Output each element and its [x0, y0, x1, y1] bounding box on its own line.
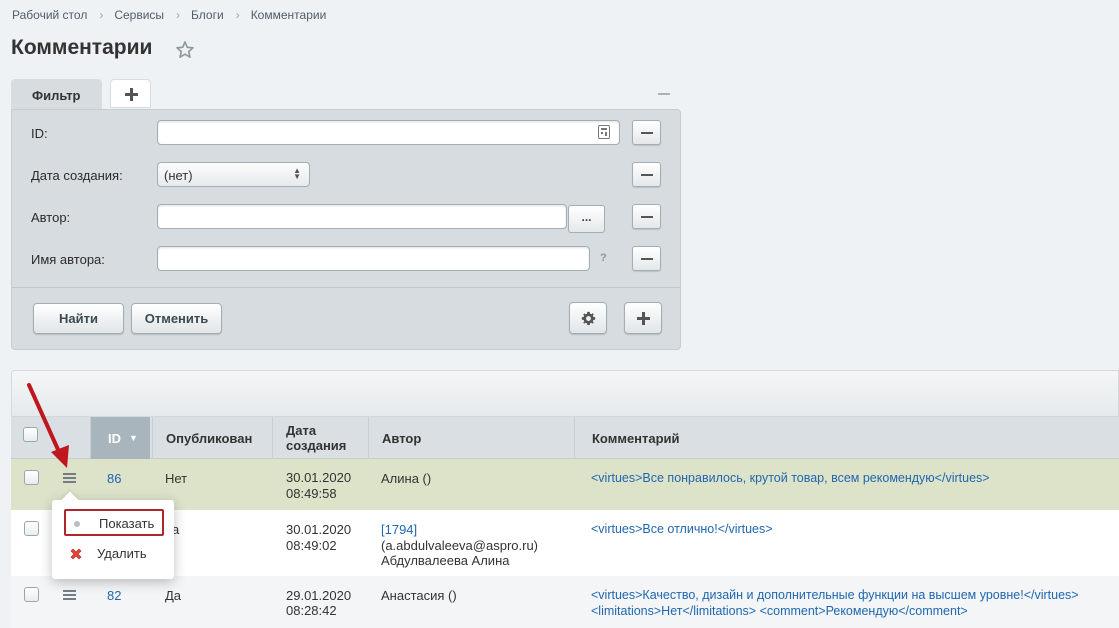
id-input[interactable]: [157, 120, 620, 145]
sort-desc-icon: ▼: [129, 433, 138, 443]
menu-item-show-label: Показать: [99, 516, 155, 531]
calculator-icon[interactable]: [598, 125, 610, 139]
row-comment: <virtues>Все понравилось, крутой товар, …: [591, 471, 990, 485]
row-menu-icon[interactable]: [63, 590, 76, 600]
remove-author-field-button[interactable]: [632, 204, 661, 229]
row-published: Да: [165, 588, 182, 603]
column-header-date[interactable]: Дата создания: [272, 417, 367, 459]
author-name-label: Имя автора:: [31, 252, 105, 267]
table-row[interactable]: 82 Да 29.01.2020 08:28:42 Анастасия () <…: [11, 576, 1119, 628]
row-author-name: Абдулвалеева Алина: [381, 553, 510, 568]
row-published: Нет: [165, 471, 188, 486]
filter-panel: ID: Дата создания: (нет) ▲ ▼ Автор: ... И…: [11, 109, 681, 350]
tab-filter[interactable]: Фильтр: [11, 79, 102, 110]
plus-icon: [637, 312, 650, 325]
breadcrumb-item-blogs[interactable]: Блоги: [191, 8, 224, 22]
breadcrumb-item-services[interactable]: Сервисы: [114, 8, 164, 22]
chevron-right-icon: ›: [176, 8, 181, 22]
row-author-link[interactable]: [1794]: [381, 522, 417, 537]
filter-settings-button[interactable]: [569, 302, 607, 334]
row-author: Алина (): [381, 471, 432, 486]
add-filter-tab-button[interactable]: [110, 79, 151, 108]
select-arrows-icon: ▲ ▼: [293, 166, 301, 181]
breadcrumb-item-comments[interactable]: Комментарии: [251, 8, 327, 22]
chevron-right-icon: ›: [235, 8, 240, 22]
remove-date-field-button[interactable]: [632, 162, 661, 187]
add-field-button[interactable]: [624, 302, 662, 334]
date-select[interactable]: (нет) ▲ ▼: [157, 162, 310, 187]
id-label: ID:: [31, 126, 48, 141]
list-toolbar: [11, 370, 1119, 417]
author-lookup-button[interactable]: ...: [568, 205, 605, 233]
filter-divider: [12, 287, 680, 288]
star-icon[interactable]: [175, 40, 195, 60]
author-label: Автор:: [31, 210, 71, 225]
plus-icon: [125, 88, 138, 101]
column-header-author[interactable]: Автор: [368, 417, 573, 459]
menu-item-delete-label: Удалить: [97, 546, 147, 561]
row-time: 08:28:42: [286, 603, 337, 618]
row-checkbox[interactable]: [24, 587, 39, 602]
row-context-menu: Показать Удалить: [52, 500, 174, 579]
bullet-icon: [74, 521, 80, 527]
table-row[interactable]: а 30.01.2020 08:49:02 [1794] (a.abdulval…: [11, 510, 1119, 576]
menu-item-delete[interactable]: Удалить: [64, 541, 164, 568]
table-header: ID ▼ Опубликован Дата создания Автор Ком…: [11, 417, 1119, 459]
row-comment: <virtues>Все отлично!</virtues>: [591, 522, 773, 536]
date-select-value: (нет): [164, 168, 193, 183]
row-menu-icon[interactable]: [63, 473, 76, 483]
row-comment-line-2: <limitations>Нет</limitations> <comment>…: [591, 604, 968, 618]
annotation-arrow-icon: [27, 383, 69, 468]
minimize-icon[interactable]: [658, 93, 670, 95]
row-time: 08:49:02: [286, 538, 337, 553]
column-header-id[interactable]: ID ▼: [90, 417, 150, 459]
row-id[interactable]: 82: [107, 588, 121, 603]
cancel-button[interactable]: Отменить: [131, 303, 222, 334]
author-name-input[interactable]: [157, 246, 590, 271]
row-checkbox[interactable]: [24, 470, 39, 485]
row-comment-line-1: <virtues>Качество, дизайн и дополнительн…: [591, 588, 1079, 602]
page-title: Комментарии: [11, 36, 153, 59]
column-header-comment[interactable]: Комментарий: [574, 417, 1119, 459]
date-label: Дата создания:: [31, 168, 123, 183]
menu-item-show[interactable]: Показать: [64, 509, 164, 536]
row-date: 30.01.2020: [286, 522, 352, 537]
gear-icon: [581, 311, 596, 326]
row-author-email: (a.abdulvaleeva@aspro.ru): [381, 538, 539, 553]
breadcrumb: Рабочий стол › Сервисы › Блоги › Коммент…: [12, 8, 326, 22]
row-time: 08:49:58: [286, 486, 337, 501]
find-button[interactable]: Найти: [33, 303, 124, 334]
column-header-id-label: ID: [108, 430, 121, 446]
remove-author-name-field-button[interactable]: [632, 246, 661, 271]
row-date: 29.01.2020: [286, 588, 352, 603]
row-id[interactable]: 86: [107, 471, 121, 486]
remove-id-field-button[interactable]: [632, 120, 661, 145]
chevron-right-icon: ›: [99, 8, 104, 22]
delete-icon: [70, 548, 82, 560]
author-input[interactable]: [157, 204, 567, 229]
row-author: Анастасия (): [381, 588, 457, 603]
row-checkbox[interactable]: [24, 521, 39, 536]
row-date: 30.01.2020: [286, 470, 352, 485]
table-row[interactable]: 86 Нет 30.01.2020 08:49:58 Алина () <vir…: [11, 459, 1119, 510]
help-icon[interactable]: ?: [600, 252, 607, 264]
column-header-published[interactable]: Опубликован: [152, 417, 270, 459]
breadcrumb-item-desktop[interactable]: Рабочий стол: [12, 8, 87, 22]
